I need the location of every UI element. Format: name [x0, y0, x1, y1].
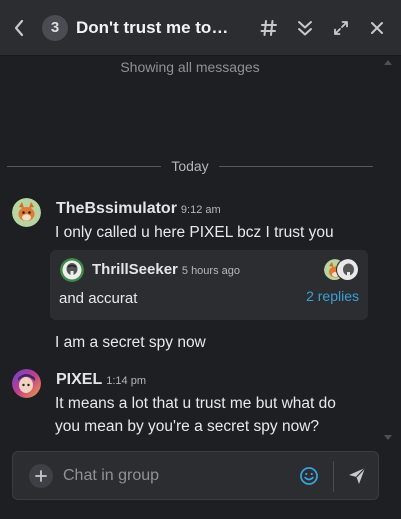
- channel-hash-icon: [260, 20, 277, 36]
- avatar[interactable]: [60, 258, 84, 282]
- composer: [0, 444, 401, 519]
- divider-line: [7, 165, 162, 167]
- message-text: I only called u here PIXEL bcz I trust y…: [55, 224, 334, 241]
- send-button[interactable]: [347, 466, 367, 486]
- thread-timestamp: 5 hours ago: [181, 265, 240, 277]
- expand-icon: [334, 21, 348, 35]
- chat-input[interactable]: [63, 463, 293, 489]
- composer-box: [12, 451, 379, 500]
- thread-author-name[interactable]: ThrillSeeker: [92, 261, 178, 278]
- back-button[interactable]: [0, 0, 38, 56]
- add-attachment-button[interactable]: [29, 464, 53, 488]
- send-icon: [349, 467, 366, 484]
- avatar[interactable]: [12, 369, 41, 398]
- thread-author[interactable]: ThrillSeeker 5 hours ago: [92, 261, 240, 278]
- divider-line: [218, 165, 374, 167]
- expand-button[interactable]: [331, 18, 351, 38]
- collapse-button[interactable]: [295, 18, 315, 38]
- thread-preview[interactable]: ThrillSeeker 5 hours ago and accurat 2 r…: [50, 250, 368, 320]
- close-icon: [371, 22, 383, 34]
- thread-participants: [323, 258, 359, 282]
- avatar: [336, 258, 359, 281]
- message-author[interactable]: PIXEL 1:14 pm: [56, 371, 146, 389]
- back-arrow-icon: [14, 19, 24, 36]
- thread-title: Don't trust me too much: [76, 17, 232, 37]
- collapse-down-icon: [298, 21, 312, 36]
- close-button[interactable]: [367, 18, 387, 38]
- date-divider-label: Today: [171, 158, 209, 174]
- message-count-badge: 3: [42, 14, 68, 41]
- scroll-up-icon[interactable]: [384, 60, 392, 65]
- date-divider: Today: [7, 157, 374, 175]
- message-list[interactable]: Showing all messages Today TheBssimulato…: [0, 56, 401, 444]
- message-text: I am a secret spy now: [55, 334, 206, 351]
- message-text: It means a lot that u trust me but what …: [55, 395, 336, 435]
- author-name[interactable]: TheBssimulator: [56, 200, 177, 217]
- composer-separator: [333, 461, 334, 492]
- scrollbar[interactable]: [389, 56, 393, 444]
- emoji-icon: [300, 467, 318, 485]
- message-timestamp: 1:14 pm: [106, 375, 146, 387]
- message-author[interactable]: TheBssimulator 9:12 am: [56, 200, 221, 218]
- plus-icon: [35, 470, 47, 482]
- thread-replies-link[interactable]: 2 replies: [306, 288, 359, 304]
- author-name[interactable]: PIXEL: [56, 371, 102, 388]
- channel-button[interactable]: [259, 18, 279, 38]
- thread-header: 3 Don't trust me too much: [0, 0, 401, 56]
- message-timestamp: 9:12 am: [180, 204, 221, 216]
- scroll-down-icon[interactable]: [384, 435, 392, 440]
- emoji-button[interactable]: [299, 466, 319, 486]
- thread-message-text: and accurat: [59, 290, 138, 307]
- showing-all-label: Showing all messages: [120, 59, 260, 75]
- avatar[interactable]: [12, 198, 41, 227]
